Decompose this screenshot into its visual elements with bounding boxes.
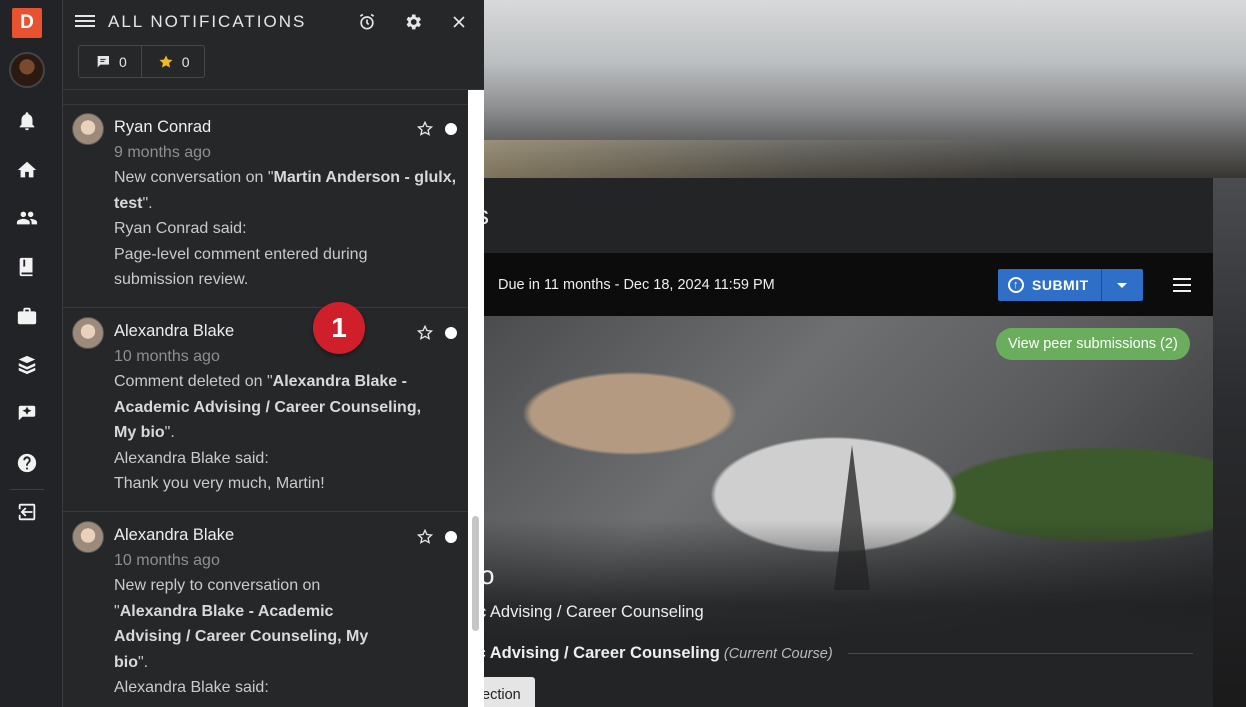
notification-counts: 0 0	[78, 45, 205, 78]
current-course-label: (Current Course)	[723, 646, 833, 662]
notification-time: 10 months ago	[114, 348, 220, 365]
notification-item[interactable]: Ryan Conrad 9 months ago New conversatio…	[63, 104, 468, 308]
assignment-header-title: s	[484, 200, 489, 231]
close-icon[interactable]	[448, 11, 470, 33]
submit-button-group: ↑ SUBMIT	[998, 269, 1143, 301]
panel-title: ALL NOTIFICATIONS	[108, 12, 307, 31]
course-divider	[848, 653, 1193, 654]
hero-glow	[484, 140, 1246, 180]
portfolio-icon[interactable]	[14, 303, 40, 329]
scrollbar-thumb[interactable]	[472, 516, 479, 631]
app-logo[interactable]: D	[12, 8, 42, 38]
gear-icon[interactable]	[402, 11, 424, 33]
main-content: s Due in 11 months - Dec 18, 2024 11:59 …	[484, 0, 1246, 707]
submit-button[interactable]: ↑ SUBMIT	[998, 269, 1101, 301]
said-line: Alexandra Blake said:	[114, 449, 269, 467]
course-name: ic Advising / Career Counseling (Current …	[484, 644, 833, 662]
unread-dot[interactable]	[445, 531, 457, 543]
comment-count: 0	[119, 53, 127, 70]
library-icon[interactable]	[14, 254, 40, 280]
sender-avatar	[72, 521, 104, 553]
said-line: Ryan Conrad said:	[114, 220, 247, 237]
sender-avatar	[72, 113, 104, 145]
notification-time: 9 months ago	[114, 144, 211, 161]
groups-icon[interactable]	[14, 205, 40, 231]
page-background-edge	[1213, 178, 1246, 707]
assignment-course-subtitle: c Advising / Career Counseling	[484, 603, 704, 621]
alarm-icon[interactable]	[356, 11, 378, 33]
due-date: Due in 11 months - Dec 18, 2024 11:59 PM	[498, 277, 775, 293]
menu-icon[interactable]	[75, 12, 95, 32]
unread-dot[interactable]	[445, 327, 457, 339]
notification-summary: New reply to conversation on "Alexandra …	[114, 577, 369, 671]
conversation-title: Alexandra Blake - Academic Advising / Ca…	[114, 602, 369, 671]
notification-message: Thank you very much, Martin!	[114, 475, 325, 492]
sender-name: Alexandra Blake	[114, 322, 235, 340]
comment-count-filter[interactable]: 0	[79, 46, 141, 77]
notification-summary: New conversation on "Martin Anderson - g…	[114, 169, 457, 212]
sender-avatar	[72, 317, 104, 349]
said-line: Alexandra Blake said:	[114, 679, 269, 696]
nav-rail: D	[0, 0, 63, 707]
notification-message: Page-level comment entered during submis…	[114, 245, 368, 289]
assignment-title: o	[484, 560, 495, 590]
notification-time: 10 months ago	[114, 552, 220, 569]
star-count: 0	[181, 53, 190, 70]
help-icon[interactable]	[14, 450, 40, 476]
panel-header: ALL NOTIFICATIONS 0 0	[63, 0, 484, 90]
notification-list: Ryan Conrad 9 months ago New conversatio…	[63, 104, 468, 707]
notification-summary: Comment deleted on "Alexandra Blake - Ac…	[114, 373, 422, 441]
upload-icon: ↑	[1008, 277, 1024, 293]
comment-icon	[97, 55, 109, 67]
sender-name: Ryan Conrad	[114, 118, 212, 136]
submit-label: SUBMIT	[1032, 277, 1089, 293]
rail-divider	[10, 489, 44, 490]
home-icon[interactable]	[14, 157, 40, 183]
featured-icon[interactable]	[14, 401, 40, 427]
user-avatar[interactable]	[9, 52, 45, 88]
step-callout-badge: 1	[313, 302, 365, 354]
cover-image-fade	[484, 520, 1213, 641]
star-count-filter[interactable]: 0	[140, 46, 204, 77]
notification-item[interactable]: Alexandra Blake 10 months ago New reply …	[63, 512, 468, 707]
notification-item[interactable]: Alexandra Blake 10 months ago Comment de…	[63, 308, 468, 512]
star-filled-icon	[159, 54, 173, 68]
section-button[interactable]: ection	[484, 677, 535, 707]
sender-name: Alexandra Blake	[114, 526, 235, 544]
star-icon[interactable]	[416, 120, 434, 137]
courses-icon[interactable]	[14, 352, 40, 378]
chevron-down-icon	[1117, 282, 1128, 288]
assignment-menu-icon[interactable]	[1173, 278, 1191, 292]
submit-dropdown-button[interactable]	[1100, 269, 1143, 301]
star-icon[interactable]	[416, 324, 434, 341]
unread-dot[interactable]	[445, 123, 457, 135]
notifications-panel: ALL NOTIFICATIONS 0 0 Ryan Conrad 9 mont…	[63, 0, 484, 707]
logout-icon[interactable]	[14, 499, 40, 525]
notifications-icon[interactable]	[14, 108, 40, 134]
view-peer-submissions-button[interactable]: View peer submissions (2)	[996, 328, 1190, 360]
star-icon[interactable]	[416, 528, 434, 545]
